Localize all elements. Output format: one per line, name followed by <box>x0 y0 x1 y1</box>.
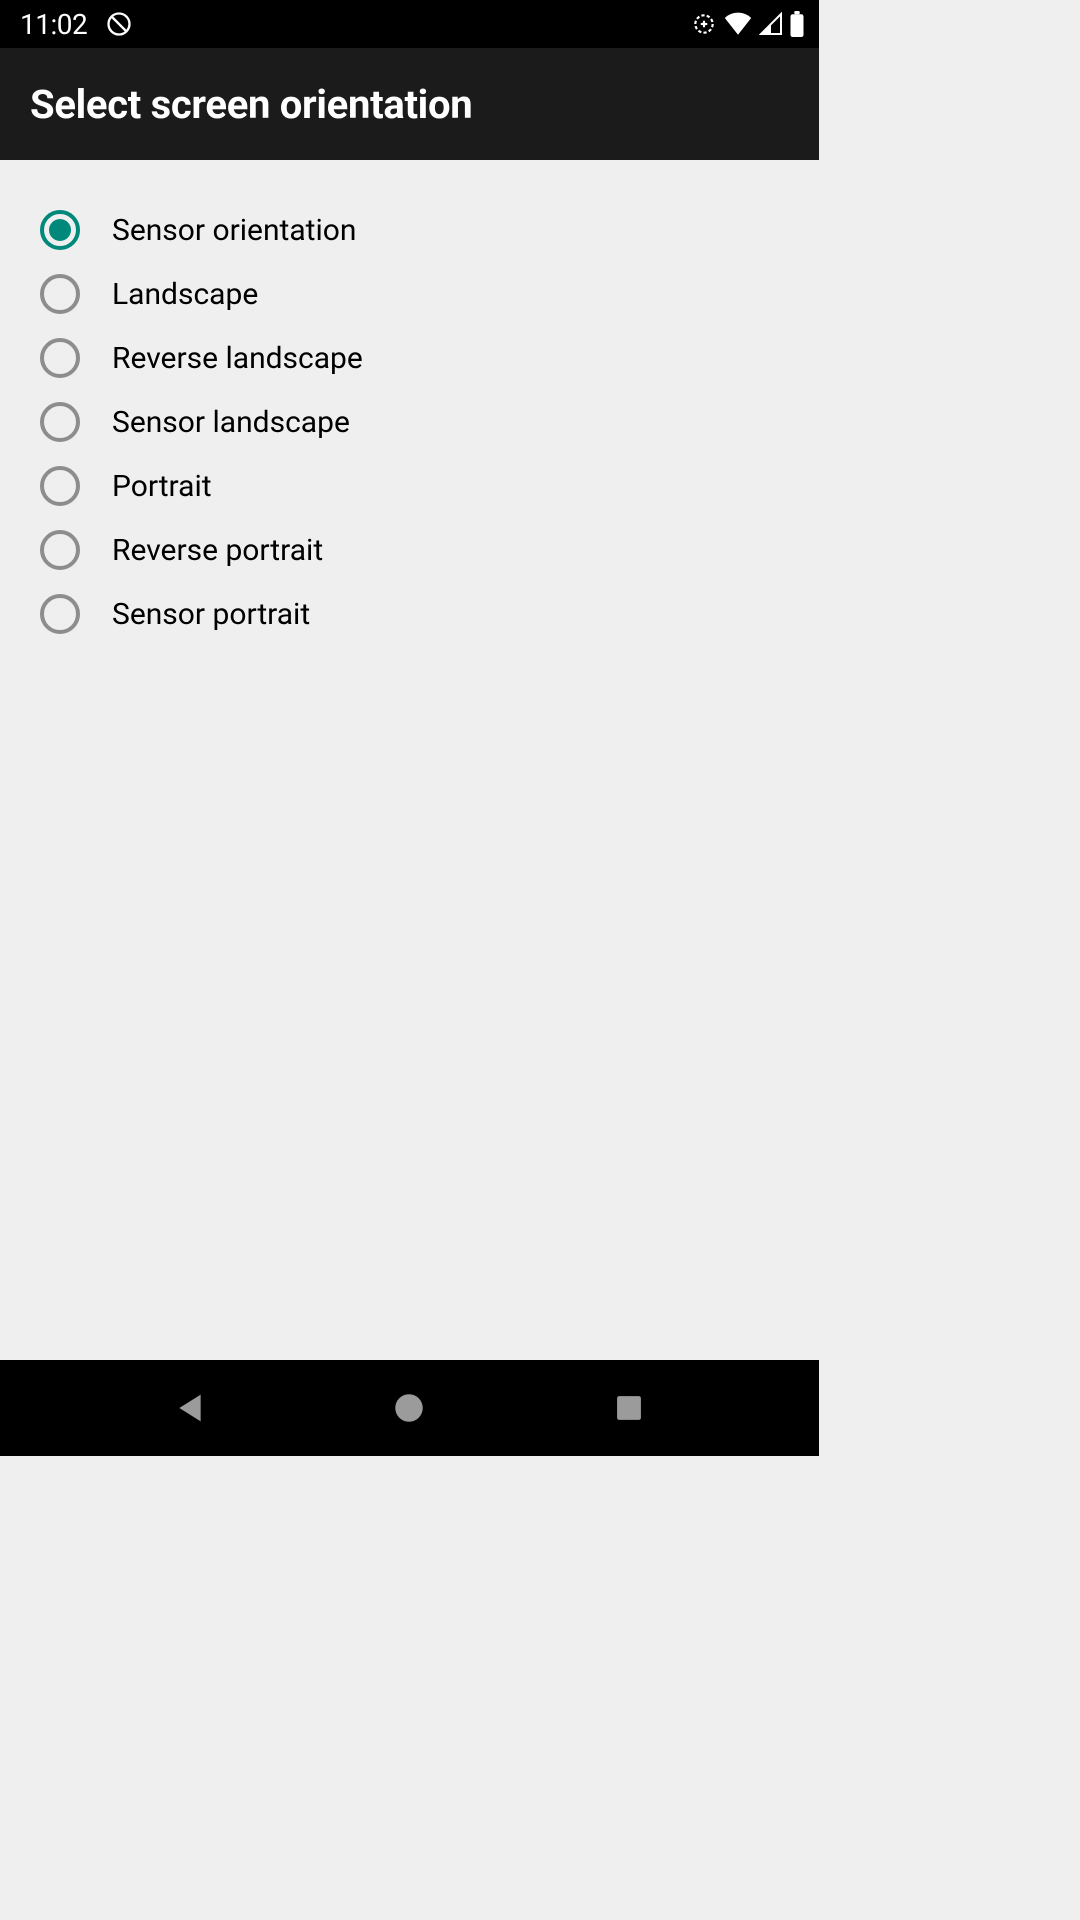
status-bar: 11:02 <box>0 0 819 48</box>
option-sensor-orientation[interactable]: Sensor orientation <box>40 198 779 262</box>
option-label: Sensor landscape <box>112 405 350 440</box>
back-icon <box>176 1392 204 1424</box>
wifi-icon <box>723 12 753 36</box>
option-landscape[interactable]: Landscape <box>40 262 779 326</box>
status-left: 11:02 <box>20 8 133 41</box>
home-button[interactable] <box>379 1378 439 1438</box>
option-sensor-portrait[interactable]: Sensor portrait <box>40 582 779 646</box>
cellular-icon <box>759 12 783 36</box>
back-button[interactable] <box>160 1378 220 1438</box>
nav-bar <box>0 1360 819 1456</box>
option-label: Sensor orientation <box>112 213 356 248</box>
option-label: Portrait <box>112 469 212 504</box>
radio-unselected-icon <box>40 402 80 442</box>
status-time: 11:02 <box>20 8 87 41</box>
radio-unselected-icon <box>40 530 80 570</box>
radio-unselected-icon <box>40 274 80 314</box>
screen: 11:02 <box>0 0 819 1456</box>
battery-icon <box>789 11 805 37</box>
recents-icon <box>616 1395 642 1421</box>
radio-unselected-icon <box>40 594 80 634</box>
home-icon <box>394 1393 424 1423</box>
app-bar: Select screen orientation <box>0 48 819 160</box>
radio-selected-icon <box>40 210 80 250</box>
status-right <box>691 11 805 37</box>
recents-button[interactable] <box>599 1378 659 1438</box>
option-label: Sensor portrait <box>112 597 310 632</box>
content-area: Sensor orientation Landscape Reverse lan… <box>0 160 819 1456</box>
dnd-icon <box>105 10 133 38</box>
option-label: Reverse landscape <box>112 341 363 376</box>
option-reverse-landscape[interactable]: Reverse landscape <box>40 326 779 390</box>
data-saver-icon <box>691 11 717 37</box>
option-portrait[interactable]: Portrait <box>40 454 779 518</box>
page-title: Select screen orientation <box>30 81 472 128</box>
radio-unselected-icon <box>40 466 80 506</box>
option-reverse-portrait[interactable]: Reverse portrait <box>40 518 779 582</box>
radio-unselected-icon <box>40 338 80 378</box>
option-sensor-landscape[interactable]: Sensor landscape <box>40 390 779 454</box>
option-label: Reverse portrait <box>112 533 323 568</box>
option-label: Landscape <box>112 277 258 312</box>
